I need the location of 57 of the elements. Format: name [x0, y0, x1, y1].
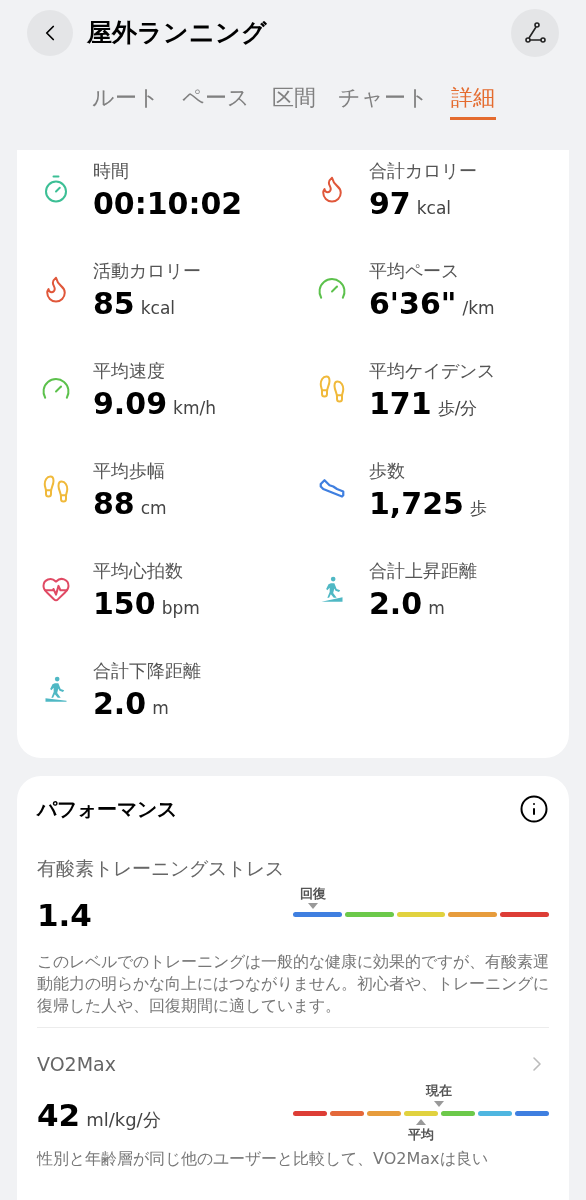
metric-label: 平均ケイデンス [369, 359, 495, 383]
marker-pointer [308, 902, 318, 909]
tab[interactable]: ペース [180, 78, 251, 120]
metric-label: 平均速度 [93, 359, 166, 383]
metric-unit: 歩 [469, 497, 487, 520]
metric-label: 時間 [93, 159, 130, 183]
metric-label: VO2Max [37, 1051, 116, 1077]
metric-label: 有酸素トレーニングストレス [37, 856, 285, 881]
metric-value: 2.0 [93, 685, 147, 723]
metric-unit: kcal [140, 297, 176, 320]
metric-label: 合計カロリー [369, 159, 477, 183]
metric-value: 150 [93, 585, 156, 623]
route-icon [523, 21, 547, 45]
metric-label: 歩数 [369, 459, 406, 483]
metric-value: 1,725 [369, 485, 464, 523]
marker-label: 平均 [408, 1127, 434, 1143]
metric-unit: ml/kg/分 [86, 1107, 161, 1132]
footprints-icon [317, 374, 347, 404]
footprints-icon [41, 474, 71, 504]
metric-unit: /km [462, 297, 495, 320]
metric-unit: m [152, 697, 169, 720]
metric-label: 合計下降距離 [93, 659, 201, 683]
marker-label: 現在 [426, 1083, 452, 1099]
info-icon[interactable] [519, 794, 549, 824]
tab[interactable]: 区間 [270, 78, 317, 120]
page-title: 屋外ランニング [87, 17, 267, 50]
metric-label: 平均心拍数 [93, 559, 184, 583]
metric-label: 平均ペース [369, 259, 460, 283]
tab[interactable]: チャート [336, 78, 430, 120]
metric-unit: cm [140, 497, 167, 520]
tab[interactable]: ルート [90, 78, 161, 120]
marker-pointer [434, 1101, 444, 1107]
metric-unit: 歩/分 [437, 397, 478, 420]
metric-label: 活動カロリー [93, 259, 201, 283]
description: 性別と年齢層が同じ他のユーザーと比較して、VO2Maxは良い [37, 1148, 489, 1170]
metric-unit: m [428, 597, 445, 620]
tab[interactable]: 詳細 [449, 78, 496, 120]
metric-value: 6'36" [369, 285, 457, 323]
metric-unit: kcal [416, 197, 452, 220]
metric-value: 9.09 [93, 385, 168, 423]
marker-label: 回復 [300, 885, 326, 902]
section-title: パフォーマンス [37, 796, 177, 823]
metric-value: 85 [93, 285, 135, 323]
metric-value: 88 [93, 485, 135, 523]
metric-unit: km/h [173, 397, 216, 420]
metric-value: 171 [369, 385, 432, 423]
metric-value: 2.0 [369, 585, 423, 623]
metric-value: 42 [37, 1095, 81, 1135]
marker-pointer [416, 1119, 426, 1125]
metric-value: 97 [369, 185, 411, 223]
metric-value: 1.4 [37, 896, 92, 936]
metric-unit: bpm [161, 597, 200, 620]
metric-value: 00:10:02 [93, 185, 243, 223]
metric-label: 平均歩幅 [93, 459, 166, 483]
metric-label: 合計上昇距離 [369, 559, 477, 583]
description: このレベルでのトレーニングは一般的な健康に効果的ですが、有酸素運動能力の明らかな向上にはつながりません。初心者や、トレーニングに復帰した人や、回復期間に適しています。 [37, 950, 549, 1017]
route-button[interactable] [511, 9, 559, 57]
